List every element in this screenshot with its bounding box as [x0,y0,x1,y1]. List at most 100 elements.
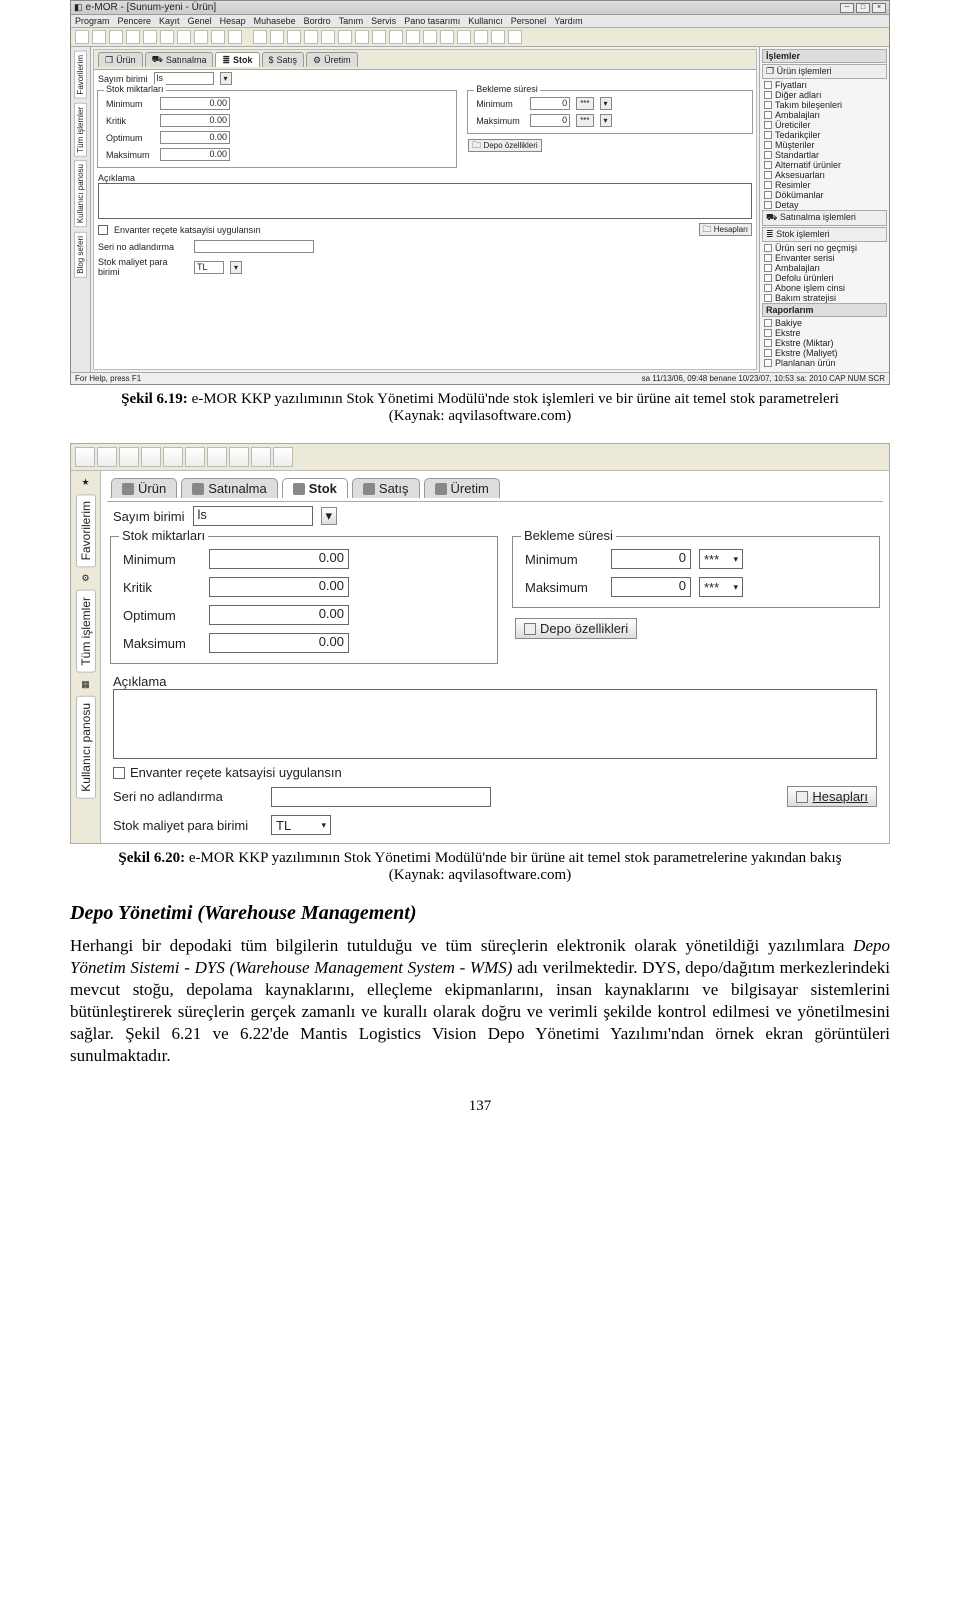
tab-urun[interactable]: ❐Ürün [98,52,143,67]
urun-islemleri-head[interactable]: ❐ Ürün işlemleri [762,64,887,79]
tab-satinalma[interactable]: Satınalma [181,478,278,498]
rp-item[interactable]: Ekstre (Miktar) [762,338,887,348]
menu-pano[interactable]: Pano tasarımı [404,16,460,26]
chevron-down-icon[interactable]: ▾ [600,97,612,110]
vtab-tum-islemler[interactable]: Tüm işlemler [74,103,87,157]
rp-item[interactable]: Ambalajları [762,263,887,273]
toolbar-icon[interactable] [126,30,140,44]
rp-item[interactable]: Planlanan ürün [762,358,887,368]
sayim-dropdown[interactable]: ▾ [321,507,338,525]
vtab-tum-islemler[interactable]: Tüm işlemler [76,590,96,673]
maks-input[interactable]: 0.00 [160,148,230,161]
hesaplari-button[interactable]: 🗀 Hesapları [699,223,753,236]
vtab-blog[interactable]: Blog seferi [74,232,87,278]
rp-item[interactable]: Ekstre [762,328,887,338]
maliyet-select[interactable]: TL▾ [271,815,331,835]
toolbar-icon[interactable] [423,30,437,44]
min-input[interactable]: 0.00 [209,549,349,569]
toolbar-icon[interactable] [251,447,271,467]
toolbar-icon[interactable] [185,447,205,467]
sayim-dropdown[interactable]: ▾ [220,72,232,85]
envanter-checkbox[interactable] [98,225,108,235]
seri-input[interactable] [271,787,491,807]
tab-uretim[interactable]: Üretim [424,478,500,498]
toolbar-icon[interactable] [228,30,242,44]
toolbar-icon[interactable] [338,30,352,44]
rp-item[interactable]: Takım bileşenleri [762,100,887,110]
toolbar-icon[interactable] [211,30,225,44]
toolbar-icon[interactable] [273,447,293,467]
toolbar-icon[interactable] [406,30,420,44]
toolbar-icon[interactable] [457,30,471,44]
rp-item[interactable]: Detay [762,200,887,210]
toolbar-icon[interactable] [229,447,249,467]
toolbar-icon[interactable] [160,30,174,44]
rp-item[interactable]: Abone işlem cinsi [762,283,887,293]
menu-hesap[interactable]: Hesap [220,16,246,26]
rp-item[interactable]: Ekstre (Maliyet) [762,348,887,358]
menu-yardim[interactable]: Yardım [554,16,582,26]
stok-head[interactable]: ≣ Stok işlemleri [762,227,887,242]
chevron-down-icon[interactable]: ▾ [600,114,612,127]
tab-satis[interactable]: Satış [352,478,420,498]
unit-select[interactable]: ***▾ [699,549,743,569]
depo-button[interactable]: Depo özellikleri [515,618,637,639]
toolbar-icon[interactable] [97,447,117,467]
toolbar-icon[interactable] [304,30,318,44]
menu-kayit[interactable]: Kayıt [159,16,180,26]
optimum-input[interactable]: 0.00 [209,605,349,625]
seri-input[interactable] [194,240,314,253]
toolbar-icon[interactable] [141,447,161,467]
tab-stok[interactable]: ≣Stok [215,52,259,67]
toolbar-icon[interactable] [75,30,89,44]
rp-item[interactable]: Ambalajları [762,110,887,120]
minimize-button[interactable]: ─ [840,3,854,13]
vtab-kullanici-panosu[interactable]: Kullanıcı panosu [74,160,87,227]
rp-item[interactable]: Defolu ürünleri [762,273,887,283]
menu-servis[interactable]: Servis [371,16,396,26]
aciklama-textarea[interactable] [98,183,752,219]
toolbar-icon[interactable] [194,30,208,44]
min-wait-input[interactable]: 0 [530,97,570,110]
menu-genel[interactable]: Genel [188,16,212,26]
toolbar-icon[interactable] [109,30,123,44]
toolbar-icon[interactable] [177,30,191,44]
menu-bordro[interactable]: Bordro [304,16,331,26]
rp-item[interactable]: Müşteriler [762,140,887,150]
vtab-kullanici-panosu[interactable]: Kullanıcı panosu [76,696,96,799]
toolbar-icon[interactable] [440,30,454,44]
toolbar-icon[interactable] [143,30,157,44]
max-wait-input[interactable]: 0 [611,577,691,597]
min-input[interactable]: 0.00 [160,97,230,110]
tab-satinalma[interactable]: ⛟Satınalma [145,52,214,67]
kritik-input[interactable]: 0.00 [160,114,230,127]
rp-item[interactable]: Bakiye [762,318,887,328]
unit-select[interactable]: ***▾ [699,577,743,597]
toolbar-icon[interactable] [355,30,369,44]
toolbar-icon[interactable] [389,30,403,44]
maks-input[interactable]: 0.00 [209,633,349,653]
kritik-input[interactable]: 0.00 [209,577,349,597]
aciklama-textarea[interactable] [113,689,877,759]
toolbar-icon[interactable] [270,30,284,44]
rp-item[interactable]: Ürün seri no geçmişi [762,243,887,253]
menu-program[interactable]: Program [75,16,110,26]
rp-item[interactable]: Aksesuarları [762,170,887,180]
menu-kullanici[interactable]: Kullanıcı [468,16,503,26]
tab-satis[interactable]: $Satış [262,52,305,67]
vtab-favorilerim[interactable]: Favorilerim [76,494,96,567]
rp-item[interactable]: Diğer adları [762,90,887,100]
toolbar-icon[interactable] [491,30,505,44]
rp-item[interactable]: Fiyatları [762,80,887,90]
toolbar-icon[interactable] [253,30,267,44]
max-wait-input[interactable]: 0 [530,114,570,127]
rp-item[interactable]: Alternatif ürünler [762,160,887,170]
menu-muhasebe[interactable]: Muhasebe [254,16,296,26]
toolbar-icon[interactable] [119,447,139,467]
toolbar-icon[interactable] [474,30,488,44]
rp-item[interactable]: Bakım stratejisi [762,293,887,303]
rp-item[interactable]: Standartlar [762,150,887,160]
menu-tanim[interactable]: Tanım [339,16,364,26]
close-button[interactable]: × [872,3,886,13]
toolbar-icon[interactable] [321,30,335,44]
